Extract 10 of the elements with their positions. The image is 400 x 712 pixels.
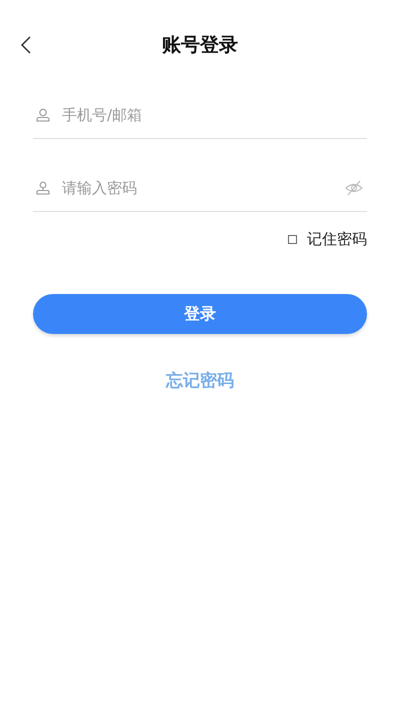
back-icon[interactable] — [20, 36, 32, 54]
input-field[interactable]: 请输入密码 — [62, 178, 333, 196]
page-title: 账号登录 — [162, 33, 238, 58]
stamp-icon — [36, 180, 50, 194]
checkbox[interactable] — [288, 234, 297, 244]
checkbox-label: 记住密码 — [307, 230, 367, 248]
login-button[interactable]: 登录 — [33, 294, 367, 334]
person-icon — [36, 108, 50, 122]
forgot-password-link[interactable]: 忘记密码 — [166, 369, 234, 392]
input-field[interactable]: 手机号/邮箱 — [62, 106, 367, 124]
